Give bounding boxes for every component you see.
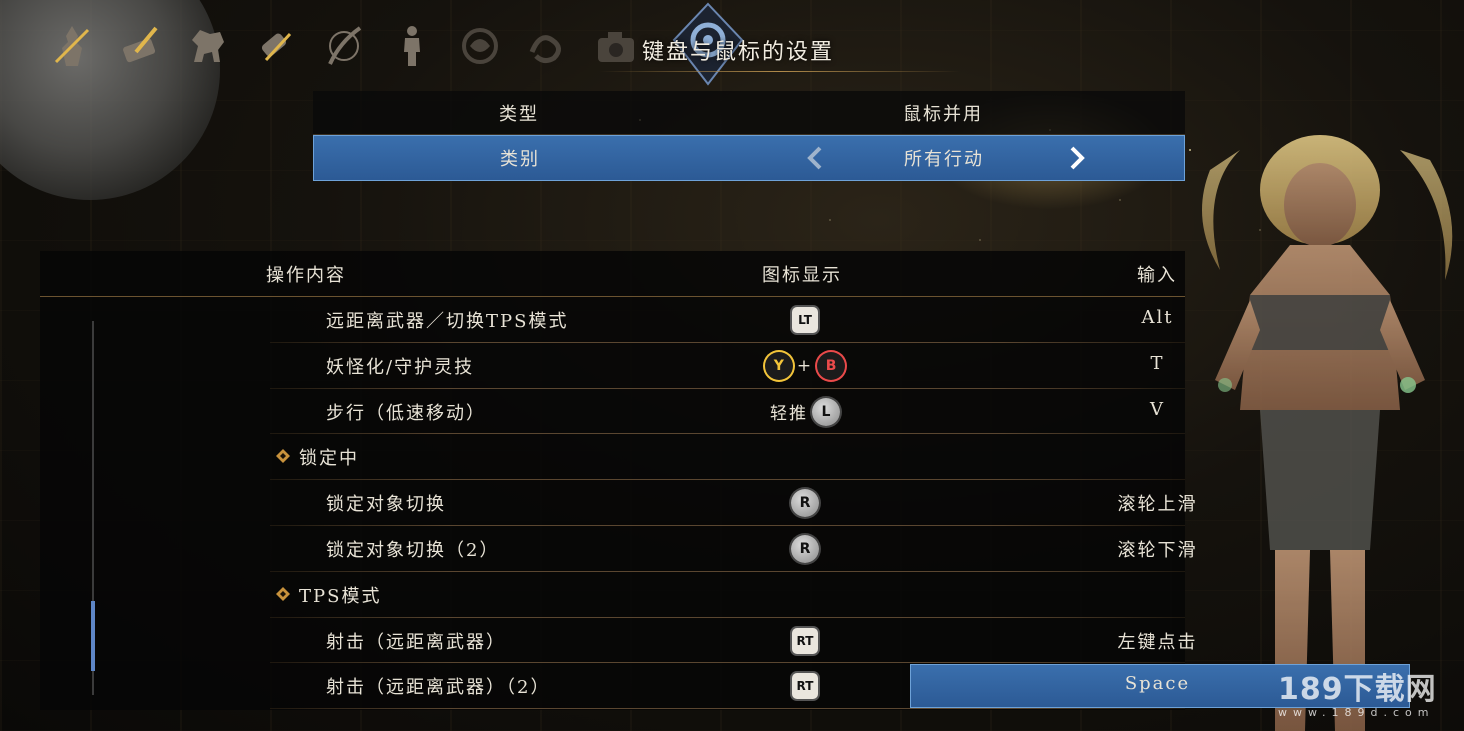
watermark: 189下载网 www.189d.com xyxy=(1278,664,1464,724)
katana-icon[interactable] xyxy=(316,18,372,74)
table-row[interactable]: 射击（远距离武器）（2） RT Space xyxy=(40,663,1410,709)
diamond-icon xyxy=(276,449,290,464)
diamond-icon xyxy=(276,586,290,601)
action-label: 锁定对象切换 xyxy=(326,494,446,516)
horse-icon[interactable] xyxy=(180,18,236,74)
samurai-icon[interactable] xyxy=(44,18,100,74)
serpent-crest-icon[interactable] xyxy=(520,18,576,74)
table-row[interactable]: 锁定对象切换（2） R 滚轮下滑 xyxy=(40,526,1196,572)
plus-sign: + xyxy=(796,355,814,376)
watermark-main: 189下载网 xyxy=(1278,672,1437,707)
button-icons: R xyxy=(730,488,880,518)
action-label: 妖怪化/守护灵技 xyxy=(326,356,475,378)
b-button-icon: B xyxy=(817,351,846,380)
left-stick-icon: L xyxy=(812,397,840,426)
action-label: 步行（低速移动） xyxy=(326,402,486,424)
input-binding: V xyxy=(1150,398,1165,420)
input-binding[interactable]: Space xyxy=(1040,673,1275,694)
right-stick-icon: R xyxy=(791,534,819,563)
setting-value: 所有行动 xyxy=(904,149,984,170)
table-row[interactable]: 步行（低速移动） 轻推 L V xyxy=(40,389,1185,435)
input-binding: T xyxy=(1150,352,1165,374)
rt-button-icon: RT xyxy=(792,627,818,654)
button-icons: RT xyxy=(730,671,880,701)
action-label: 射击（远距离武器）（2） xyxy=(326,677,551,699)
settings-panel: 类型 鼠标并用 类别 所有行动 xyxy=(313,91,1185,181)
section-label: TPS模式 xyxy=(299,585,382,607)
dragon-crest-icon[interactable] xyxy=(452,18,508,74)
light-push-text: 轻推 xyxy=(770,404,808,425)
action-label: 射击（远距离武器） xyxy=(326,631,506,653)
setting-row-type[interactable]: 类型 鼠标并用 xyxy=(313,91,1185,135)
table-row[interactable]: 妖怪化/守护灵技 Y + B T xyxy=(40,343,1185,389)
input-binding: 滚轮上滑 xyxy=(1117,494,1198,516)
y-button-icon: Y xyxy=(764,351,793,380)
scroll-quill-icon[interactable] xyxy=(112,18,168,74)
section-header: 锁定中 xyxy=(40,434,1185,480)
table-row[interactable]: 射击（远距离武器） RT 左键点击 xyxy=(40,618,1196,664)
button-icons: Y + B xyxy=(730,351,880,381)
section-label: 锁定中 xyxy=(299,448,359,470)
title-underline xyxy=(600,71,960,72)
scrolls-icon[interactable] xyxy=(248,18,304,74)
button-icons: LT xyxy=(730,305,880,335)
section-header: TPS模式 xyxy=(40,572,1185,618)
button-icons: 轻推 L xyxy=(730,397,880,427)
button-icons: RT xyxy=(730,626,880,656)
setting-label: 类别 xyxy=(500,149,540,170)
setting-value: 鼠标并用 xyxy=(903,103,983,125)
title-bar: 键盘与鼠标的设置 xyxy=(600,30,960,74)
keybind-table: 操作内容 图标显示 输入 远距离武器／切换TPS模式 LT Alt 妖怪化/守护… xyxy=(40,251,1410,710)
setting-label: 类型 xyxy=(499,103,539,125)
rt-button-icon: RT xyxy=(792,673,818,700)
figure-icon[interactable] xyxy=(384,18,440,74)
header-icon: 图标显示 xyxy=(762,265,842,286)
page-title: 键盘与鼠标的设置 xyxy=(642,40,835,65)
input-binding: 滚轮下滑 xyxy=(1117,539,1198,561)
input-binding: 左键点击 xyxy=(1117,631,1198,653)
right-stick-icon: R xyxy=(791,489,819,518)
action-label: 锁定对象切换（2） xyxy=(326,539,500,561)
table-rows: 远距离武器／切换TPS模式 LT Alt 妖怪化/守护灵技 Y + B T 步行… xyxy=(40,297,1410,709)
action-label: 远距离武器／切换TPS模式 xyxy=(326,311,569,332)
header-input: 输入 xyxy=(1137,265,1177,286)
table-header: 操作内容 图标显示 输入 xyxy=(40,251,1185,297)
top-tab-bar xyxy=(40,8,680,78)
setting-row-category[interactable]: 类别 所有行动 xyxy=(313,135,1185,181)
header-action: 操作内容 xyxy=(266,265,346,286)
table-row[interactable]: 锁定对象切换 R 滚轮上滑 xyxy=(40,480,1196,526)
chevron-left-icon[interactable] xyxy=(802,144,830,172)
input-binding: Alt xyxy=(1141,307,1174,328)
table-row[interactable]: 远距离武器／切换TPS模式 LT Alt xyxy=(40,297,1185,343)
lt-button-icon: LT xyxy=(792,307,818,333)
button-icons: R xyxy=(730,534,880,564)
chevron-right-icon[interactable] xyxy=(1062,144,1090,172)
